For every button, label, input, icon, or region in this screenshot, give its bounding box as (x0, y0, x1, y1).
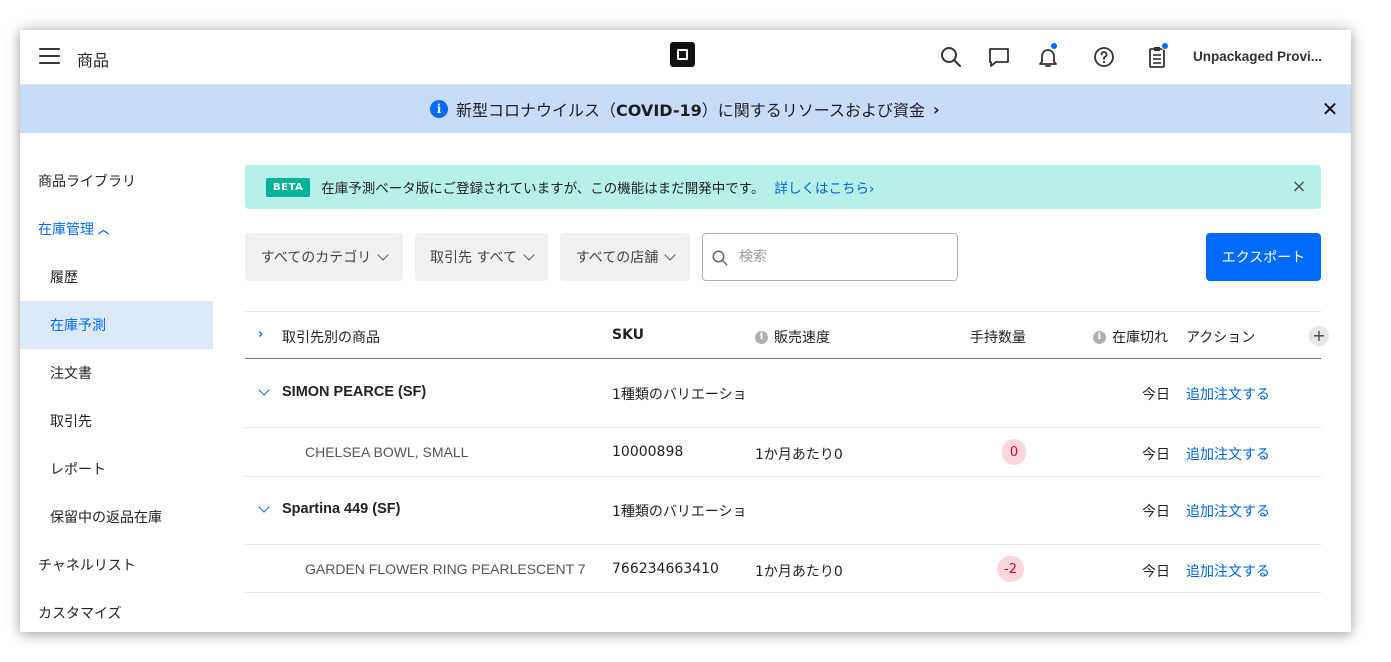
on-hand-badge: -2 (997, 556, 1024, 582)
reorder-link[interactable]: 追加注文する (1186, 384, 1270, 404)
item-name[interactable]: CHELSEA BOWL, SMALL (305, 444, 468, 460)
beta-notice: BETA 在庫予測ベータ版にご登録されていますが、この機能はまだ開発中です。 詳… (245, 165, 1321, 209)
sales-velocity: 1か月あたり0 (755, 564, 843, 580)
reorder-link[interactable]: 追加注文する (1186, 501, 1270, 521)
sidebar-item-channel-list[interactable]: チャネルリスト (20, 541, 213, 589)
search-icon[interactable] (939, 45, 963, 69)
item-sku: 766234663410 (612, 561, 719, 577)
sidebar-item-stock-forecast[interactable]: 在庫予測 (20, 301, 213, 349)
stockout-date: 今日 (1142, 387, 1170, 403)
help-icon[interactable] (1092, 45, 1116, 69)
clipboard-icon[interactable] (1145, 42, 1169, 69)
chevron-down-icon[interactable] (258, 384, 270, 396)
item-sku: 10000898 (612, 444, 684, 460)
top-bar: 商品 Unpackaged Provi... (20, 30, 1351, 85)
column-header-sku[interactable]: SKU (612, 327, 644, 343)
chevron-down-icon (523, 249, 535, 261)
sidebar-item-inventory-management[interactable]: 在庫管理 ︿ (20, 205, 213, 253)
vendor-name: Spartina 449 (SF) (282, 501, 401, 517)
bell-icon[interactable] (1036, 42, 1060, 69)
reorder-link[interactable]: 追加注文する (1186, 561, 1270, 581)
expand-all-icon[interactable]: › (258, 327, 263, 342)
variation-count: 1種類のバリエーション (612, 387, 745, 403)
app-window: 商品 Unpackaged Provi... i 新型コロナウイルス（COVID… (20, 30, 1351, 632)
square-logo-icon[interactable] (670, 42, 695, 67)
stockout-date: 今日 (1142, 447, 1170, 463)
main-content: BETA 在庫予測ベータ版にご登録されていますが、この機能はまだ開発中です。 詳… (245, 133, 1329, 632)
on-hand-badge: 0 (1002, 439, 1026, 465)
search-icon (712, 250, 728, 266)
sidebar-item-vendors[interactable]: 取引先 (20, 397, 213, 445)
vendor-name: SIMON PEARCE (SF) (282, 384, 427, 400)
info-icon[interactable]: i (755, 330, 768, 344)
chevron-down-icon[interactable] (258, 501, 270, 513)
sidebar-item-customize[interactable]: カスタマイズ (20, 589, 213, 632)
close-icon[interactable]: × (1289, 177, 1309, 197)
beta-text: 在庫予測ベータ版にご登録されていますが、この機能はまだ開発中です。 (321, 181, 765, 197)
sidebar-item-pending-returns[interactable]: 保留中の返品在庫 (20, 493, 213, 541)
export-button[interactable]: エクスポート (1206, 233, 1321, 281)
table-row: GARDEN FLOWER RING PEARLESCENT 7 7662346… (245, 545, 1321, 593)
variation-count: 1種類のバリエーション (612, 504, 745, 520)
chat-icon[interactable] (987, 45, 1011, 69)
reorder-link[interactable]: 追加注文する (1186, 444, 1270, 464)
info-icon: i (430, 100, 448, 118)
search-field (702, 233, 958, 281)
covid-banner: i 新型コロナウイルス（COVID-19）に関するリソースおよび資金 › ✕ (20, 85, 1351, 133)
sidebar: 商品ライブラリ 在庫管理 ︿ 履歴 在庫予測 注文書 取引先 レポート 保留中の返… (20, 133, 213, 632)
column-header-action: アクション (1186, 330, 1256, 346)
category-filter[interactable]: すべてのカテゴリ (245, 233, 403, 281)
column-header-stockout[interactable]: i 在庫切れ (1093, 327, 1168, 347)
learn-more-link[interactable]: 詳しくはこちら› (774, 177, 874, 197)
sidebar-item-history[interactable]: 履歴 (20, 253, 213, 301)
banner-link[interactable]: i 新型コロナウイルス（COVID-19）に関するリソースおよび資金 › (430, 98, 940, 120)
item-name[interactable]: GARDEN FLOWER RING PEARLESCENT 7 (305, 561, 586, 577)
stockout-date: 今日 (1142, 504, 1170, 520)
table-row: CHELSEA BOWL, SMALL 10000898 1か月あたり0 0 今… (245, 428, 1321, 477)
sales-velocity: 1か月あたり0 (755, 447, 843, 463)
vendor-filter[interactable]: 取引先 すべて (415, 233, 548, 281)
chevron-down-icon (377, 249, 389, 261)
column-header-velocity[interactable]: i 販売速度 (755, 327, 830, 347)
chevron-right-icon: › (932, 99, 940, 119)
sidebar-item-item-library[interactable]: 商品ライブラリ (20, 157, 213, 205)
table-row: Spartina 449 (SF) 1種類のバリエーション 今日 追加注文する (245, 477, 1321, 545)
table-row: SIMON PEARCE (SF) 1種類のバリエーション 今日 追加注文する (245, 359, 1321, 428)
close-icon[interactable]: ✕ (1320, 99, 1340, 119)
info-icon[interactable]: i (1093, 330, 1106, 344)
add-column-button[interactable]: + (1309, 326, 1329, 346)
chevron-down-icon (664, 249, 676, 261)
sidebar-item-reports[interactable]: レポート (20, 445, 213, 493)
banner-text: 新型コロナウイルス（COVID-19）に関するリソースおよび資金 (456, 101, 925, 120)
chevron-up-icon: ︿ (98, 223, 109, 236)
table-header: › 取引先別の商品 SKU i 販売速度 手持数量 i 在庫切れ アクション + (245, 311, 1329, 359)
column-header-product[interactable]: 取引先別の商品 (282, 327, 380, 347)
stockout-date: 今日 (1142, 564, 1170, 580)
notification-dot (1161, 42, 1169, 50)
page-title: 商品 (77, 51, 110, 70)
menu-icon[interactable] (39, 48, 60, 66)
notification-dot (1050, 42, 1058, 50)
search-input[interactable] (739, 246, 939, 268)
sidebar-item-purchase-orders[interactable]: 注文書 (20, 349, 213, 397)
column-header-on-hand[interactable]: 手持数量 (970, 327, 1026, 347)
account-name[interactable]: Unpackaged Provi... (1193, 49, 1322, 64)
beta-badge: BETA (266, 177, 311, 197)
location-filter[interactable]: すべての店舗 (560, 233, 690, 281)
